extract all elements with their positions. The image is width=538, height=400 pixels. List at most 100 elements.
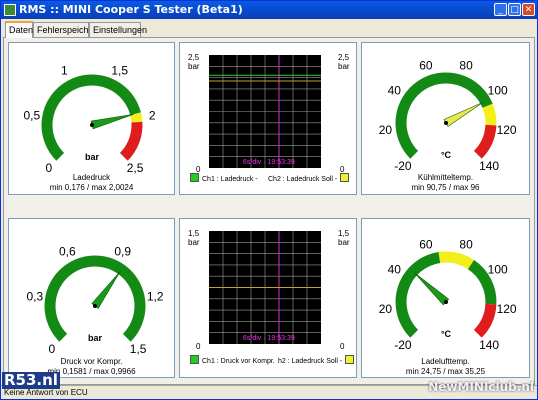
gauge-caption: Ladelufttemp.: [421, 357, 470, 366]
gauge-stats: min 90,75 / max 96: [411, 183, 480, 192]
gauge-hub: [93, 304, 97, 308]
close-button[interactable]: ✕: [522, 3, 535, 16]
gauge-tick-label: 60: [419, 237, 433, 251]
gauge-tick-label: 20: [379, 123, 393, 137]
gauge-dial: 00,51 1,522,5bar: [23, 64, 156, 176]
gauge-ladeluft: -20 20 40 60 80 100 120 140 °C Ladelufttemp. min…: [361, 218, 530, 378]
gauge-ladedruck: 0 0,5 1 1,5 2 2,5 bar Ladedruck min 0,176 / ma…: [8, 42, 175, 195]
status-text: Keine Antwort von ECU: [4, 388, 88, 397]
gauge-needle: [443, 101, 484, 127]
gauge-tick-label: 0,5: [23, 109, 40, 123]
gauge-tick-label: 60: [419, 58, 433, 72]
gauge-band: [482, 103, 497, 126]
gauge-band: [473, 124, 497, 159]
gauge-dial: -20 20 40 60 80 100 120 140 °C: [379, 58, 517, 173]
gauge-tick-label: 1: [61, 64, 68, 78]
gauge-caption: Kühlmitteltemp.: [417, 173, 474, 182]
minimize-button[interactable]: _: [494, 3, 507, 16]
gauge-hub: [444, 300, 448, 304]
gauge-tick-label: 0,9: [114, 245, 131, 259]
gauge-tick-label: 2: [149, 109, 156, 123]
scope-time-label: 6s/div · 19:53:39: [243, 159, 295, 166]
gauge-tick-label: 1,5: [111, 64, 128, 78]
gauge-kuehlmittel: -20 20 40 60 80 100 120 140 °C Kühlmitteltemp. m…: [361, 42, 530, 195]
gauge-tick-label: 120: [497, 302, 517, 316]
gauge-band: [44, 255, 146, 342]
scope-ladedruck: 2,5 bar 2,5 bar 0 0 6s/div · 19:53:39 Ch…: [179, 42, 357, 195]
gauge-tick-label: -20: [394, 338, 412, 352]
legend-label-ch2: Ch2 : Ladedruck Soll -: [268, 176, 338, 183]
legend-swatch-ch1: [190, 173, 199, 182]
watermark-left: R53.nl: [2, 371, 60, 389]
gauge-band: [395, 252, 441, 338]
gauge-tick-label: 0,6: [59, 245, 76, 259]
scope-legend-ch2: Ch2 : Ladedruck Soll -: [268, 173, 352, 184]
gauge-tick-label: 1,5: [130, 342, 147, 356]
gauge-unit: bar: [88, 333, 103, 343]
app-window: RMS :: MINI Cooper S Tester (Beta1) _ □ …: [0, 0, 538, 400]
gauge-tick-label: 40: [388, 263, 402, 277]
gauge-needle: [414, 272, 450, 306]
gauge-tick-label: -20: [394, 159, 412, 173]
scope-unit-left: bar: [188, 62, 200, 71]
scope-time-label: 6s/div · 19:53:39: [243, 335, 295, 342]
gauge-tick-label: 1,2: [147, 290, 164, 304]
gauge-tick-label: 140: [479, 159, 499, 173]
gauge-tick-label: 0,3: [26, 290, 43, 304]
scope-y-top-right: 2,5: [338, 53, 350, 62]
gauge-druck-vor-kompr: 0 0,3 0,6 0,9 1,2 1,5 bar Druck vor Kompr. min…: [8, 218, 175, 378]
gauge-needle: [90, 114, 134, 130]
scope-plot: 6s/div · 19:53:39: [209, 55, 321, 168]
gauge-band: [473, 303, 497, 338]
gauge-caption: Druck vor Kompr.: [60, 357, 123, 366]
gauge-unit: bar: [85, 152, 100, 162]
gauge-dial: 0 0,3 0,6 0,9 1,2 1,5 bar: [26, 245, 164, 357]
title-bar[interactable]: RMS :: MINI Cooper S Tester (Beta1) _ □ …: [1, 1, 537, 19]
tab-fehlerspeicher[interactable]: Fehlerspeicher: [33, 22, 97, 37]
legend-swatch-ch2: [345, 355, 355, 364]
scope-y-bottom-right: 0: [340, 342, 345, 351]
tab-daten[interactable]: Daten: [5, 21, 33, 38]
gauge-band: [130, 112, 143, 123]
scope-plot: 6s/div · 19:53:39: [209, 231, 321, 344]
gauge-tick-label: 80: [459, 58, 473, 72]
gauge-stats: min 24,75 / max 35,25: [405, 367, 486, 376]
gauge-tick-label: 100: [488, 263, 508, 277]
gauge-hub: [90, 123, 94, 127]
gauge-tick-label: 140: [479, 338, 499, 352]
scope-y-bottom-left: 0: [196, 342, 201, 351]
legend-label-ch1: Ch1 : Druck vor Kompr.: [202, 358, 275, 365]
gauge-band: [438, 251, 475, 270]
gauge-hub: [444, 121, 448, 125]
gauge-caption: Ladedruck: [72, 173, 111, 182]
data-panel: 0 0,5 1 1,5 2 2,5 bar Ladedruck min 0,176 / ma…: [3, 37, 535, 385]
gauge-tick-label: 100: [488, 84, 508, 98]
gauge-tick-label: 20: [379, 302, 393, 316]
scope-unit-right: bar: [338, 62, 350, 71]
scope-legend-ch1: Ch1 : Ladedruck -: [190, 173, 258, 184]
scope-y-top-right: 1,5: [338, 229, 350, 238]
legend-label-ch2: h2 : Ladedruck Soll -: [278, 358, 343, 365]
gauge-band: [395, 72, 493, 159]
scope-legend-ch2: h2 : Ladedruck Soll -: [278, 355, 357, 366]
scope-y-top-left: 2,5: [188, 53, 200, 62]
gauge-stats: min 0,176 / max 2,0024: [49, 183, 134, 192]
gauge-unit: °C: [441, 150, 452, 160]
gauge-band: [119, 121, 143, 161]
maximize-button[interactable]: □: [508, 3, 521, 16]
gauge-tick-label: 0: [49, 342, 56, 356]
scope-druck: 1,5 bar 1,5 bar 0 0 6s/div · 19:53:39 Ch…: [179, 218, 357, 378]
gauge-dial: -20 20 40 60 80 100 120 140 °C: [379, 237, 517, 352]
scope-y-top-left: 1,5: [188, 229, 200, 238]
legend-swatch-ch2: [340, 173, 350, 182]
gauge-unit: °C: [441, 329, 452, 339]
gauge-tick-label: 40: [388, 84, 402, 98]
gauge-tick-label: 80: [459, 237, 473, 251]
scope-unit-right: bar: [338, 238, 350, 247]
watermark-right: NewMINIclub.nl: [428, 380, 534, 394]
scope-unit-left: bar: [188, 238, 200, 247]
window-title: RMS :: MINI Cooper S Tester (Beta1): [19, 3, 243, 16]
gauge-tick-label: 120: [497, 123, 517, 137]
legend-swatch-ch1: [190, 355, 199, 364]
tab-einstellungen[interactable]: Einstellungen: [89, 22, 147, 37]
